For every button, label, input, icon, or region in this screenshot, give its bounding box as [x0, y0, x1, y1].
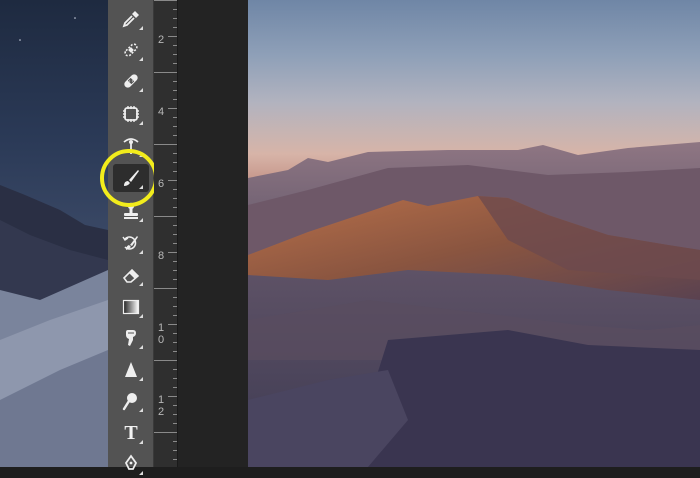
type-icon: T [124, 421, 138, 444]
submenu-indicator [139, 377, 143, 381]
submenu-indicator [139, 282, 143, 286]
tool-history-brush[interactable] [113, 229, 149, 257]
vertical-ruler[interactable]: 2 4 6 8 1 0 1 2 [154, 0, 178, 467]
ruler-label-12: 1 2 [158, 394, 165, 418]
gradient-icon [122, 299, 140, 315]
submenu-indicator [139, 314, 143, 318]
ruler-label-6: 6 [158, 178, 165, 190]
patch-icon [123, 106, 139, 122]
ruler-label-10: 1 0 [158, 322, 165, 346]
bandage-icon [124, 74, 138, 88]
submenu-indicator [139, 440, 143, 444]
submenu-indicator [139, 218, 143, 222]
tool-spot-healing[interactable] [113, 36, 149, 64]
blur-icon [125, 362, 137, 377]
main-document-canvas[interactable] [248, 0, 700, 467]
eraser-icon [122, 268, 140, 283]
submenu-indicator [139, 57, 143, 61]
eyedropper-icon [122, 11, 139, 28]
submenu-indicator [139, 345, 143, 349]
ruler-label-8: 8 [158, 250, 165, 262]
spot-healing-brush-icon [124, 43, 138, 57]
tool-pen[interactable] [113, 450, 149, 478]
tool-patch[interactable] [113, 100, 149, 128]
pen-icon [124, 454, 138, 470]
pasteboard-gutter [178, 0, 248, 467]
smudge-icon [126, 330, 136, 346]
tool-eraser[interactable] [113, 261, 149, 289]
submenu-indicator [139, 121, 143, 125]
dodge-icon [122, 393, 137, 411]
tool-blur[interactable] [113, 356, 149, 384]
ruler-label-4: 4 [158, 106, 165, 118]
tool-eyedropper[interactable] [113, 5, 149, 33]
desert-dunes-image [248, 142, 700, 467]
tool-dodge[interactable] [113, 387, 149, 415]
tool-smudge[interactable] [113, 324, 149, 352]
tool-type[interactable]: T [113, 419, 149, 447]
highlight-circle [100, 149, 158, 207]
tool-healing-brush[interactable] [113, 67, 149, 95]
night-dunes-image [0, 17, 108, 467]
submenu-indicator [139, 26, 143, 30]
submenu-indicator [139, 250, 143, 254]
tool-gradient[interactable] [113, 293, 149, 321]
submenu-indicator [139, 408, 143, 412]
ruler-label-2: 2 [158, 34, 165, 46]
left-document-canvas[interactable] [0, 0, 108, 467]
tools-panel: T [108, 0, 154, 475]
submenu-indicator [139, 88, 143, 92]
history-brush-icon [122, 236, 138, 250]
submenu-indicator [139, 471, 143, 475]
